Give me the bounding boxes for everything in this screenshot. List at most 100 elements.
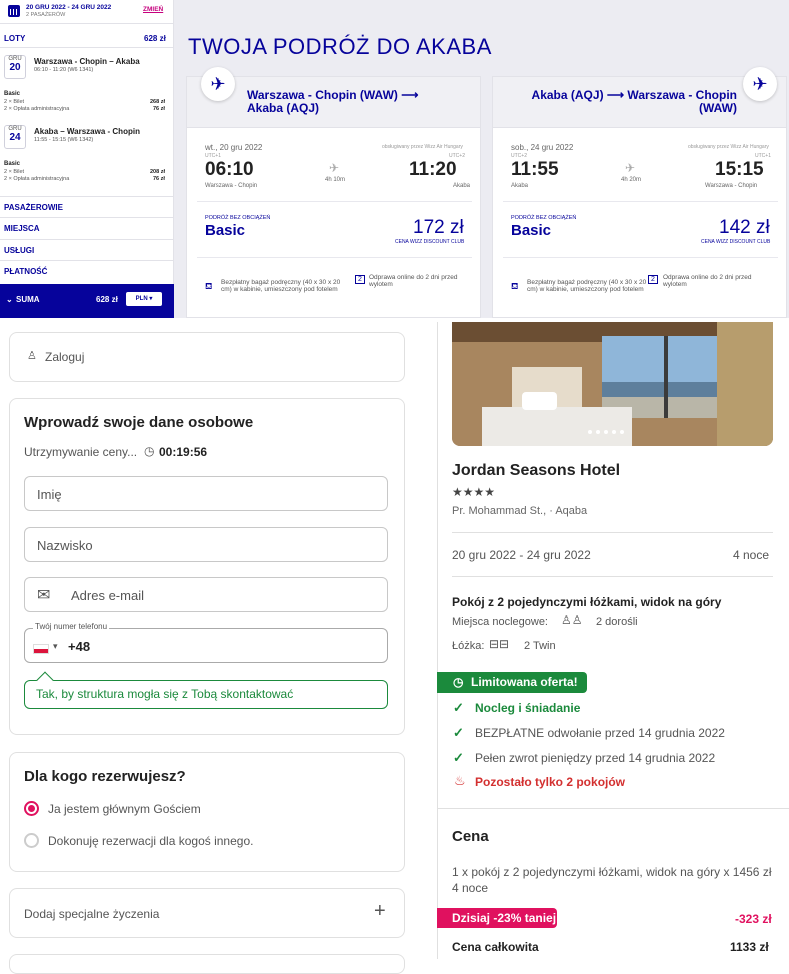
phone-country-code: +48	[68, 639, 91, 654]
outbound-route: Warszawa - Chopin (WAW) ⟶ Akaba (AQJ)	[247, 88, 419, 115]
segment1-ticket-price: 268 zł	[150, 99, 165, 105]
beds-value: 2 Twin	[524, 640, 556, 652]
change-link[interactable]: ZMIEŃ	[143, 6, 163, 13]
next-card	[9, 954, 405, 974]
outbound-arrival-time: 11:20	[409, 159, 457, 180]
return-price: 142 zł	[719, 217, 770, 238]
hotel-address: Pr. Mohammad St., · Aqaba	[452, 505, 588, 517]
dates-text: 20 GRU 2022 - 24 GRU 2022	[26, 4, 112, 11]
section-seats[interactable]: MIEJSCA	[0, 224, 174, 233]
return-flight-card: Akaba (AQJ) ⟶ Warszawa - Chopin (WAW) ✈ …	[492, 67, 787, 318]
plane-icon: ✈	[625, 161, 636, 175]
limited-offer-badge: ◷ Limitowana oferta!	[437, 672, 587, 693]
total-price-value: 1133 zł	[730, 940, 769, 954]
special-requests-card[interactable]: Dodaj specjalne życzenia +	[9, 888, 405, 938]
first-name-field[interactable]: Imię	[24, 476, 388, 511]
section-payment[interactable]: PŁATNOŚĆ	[0, 267, 174, 276]
price-line: 1 x pokój z 2 pojedynczymi łóżkami, wido…	[452, 865, 772, 895]
hotel-stars: ★★★★	[452, 485, 496, 499]
outbound-flight-card: Warszawa - Chopin (WAW) ⟶ Akaba (AQJ) ✈ …	[186, 67, 481, 318]
check-icon: ✓	[453, 725, 464, 740]
main-guest-label[interactable]: Ja jestem głównym Gościem	[48, 802, 201, 816]
poland-flag-icon[interactable]	[33, 644, 49, 654]
chevron-down-icon[interactable]: ▾	[53, 629, 58, 664]
hotel-photo[interactable]	[452, 322, 773, 446]
check-icon: ✓	[453, 700, 464, 715]
booking-for-card: Dla kogo rezerwujesz? Ja jestem głównym …	[9, 752, 405, 872]
bag-icon: ⛾	[511, 281, 519, 291]
calendar-icon	[8, 5, 20, 17]
trip-title: TWOJA PODRÓŻ DO AKABA	[188, 34, 492, 59]
booking-for-title: Dla kogo rezerwujesz?	[24, 768, 186, 785]
return-bag-info: Bezpłatny bagaż podręczny (40 x 30 x 20 …	[527, 279, 647, 293]
outbound-checkin-info: Odprawa online do 2 dni przed wylotem	[369, 274, 458, 288]
hotel-room-image	[452, 322, 773, 446]
clock-icon: ◷	[144, 444, 155, 458]
return-fare-label: PODRÓŻ BEZ OBCIĄŻEŃ	[511, 215, 577, 221]
discount-badge: Dzisiaj -23% taniej	[437, 908, 557, 928]
trip-dates: 20 GRU 2022 - 24 GRU 2022 2 PASAŻERÓW ZM…	[0, 0, 174, 24]
login-card[interactable]: ♙ Zaloguj	[9, 332, 405, 382]
passengers-count: 2 PASAŻERÓW	[26, 12, 66, 18]
phone-hint-tooltip: Tak, by struktura mogła się z Tobą skont…	[24, 671, 388, 709]
section-services[interactable]: USŁUGI	[0, 246, 174, 255]
plane-icon: ✈	[743, 67, 777, 101]
segment2-fare: Basic	[4, 161, 21, 167]
segment2-route: Akaba – Warszawa - Chopin	[34, 127, 140, 136]
other-guest-label[interactable]: Dokonuję rezerwacji dla kogoś innego.	[48, 834, 253, 848]
segment1-time: 06:10 - 11:20 (W6 1341)	[34, 67, 94, 73]
currency-select[interactable]: PLN ▾	[126, 292, 162, 306]
section-passengers[interactable]: PASAŻEROWIE	[0, 203, 174, 212]
rooms-left-warning: Pozostało tylko 2 pokojów	[475, 775, 626, 789]
people-icon: ♙♙	[561, 613, 583, 627]
phone-hint-text: Tak, by struktura mogła się z Tobą skont…	[36, 687, 294, 701]
segment2-date: GRU 24	[4, 125, 26, 149]
discount-value: -323 zł	[735, 912, 772, 926]
plane-icon: ✈	[329, 161, 340, 175]
segment1-fare: Basic	[4, 91, 21, 97]
phone-field[interactable]: Twój numer telefonu ▾ +48	[24, 622, 388, 664]
return-arrival-time: 15:15	[715, 159, 764, 180]
segment1-date: GRU 20	[4, 55, 26, 79]
chevron-down-icon[interactable]: ⌄	[6, 295, 13, 304]
stay-nights: 4 noce	[733, 548, 770, 562]
hotel-name: Jordan Seasons Hotel	[452, 462, 621, 479]
booking-sidebar: 20 GRU 2022 - 24 GRU 2022 2 PASAŻERÓW ZM…	[0, 0, 174, 318]
plus-icon[interactable]: +	[374, 900, 386, 923]
return-operator: obsługiwany przez Wizz Air Hungary	[688, 144, 769, 150]
clock-icon: ◷	[453, 675, 464, 689]
envelope-icon: ✉	[37, 587, 51, 604]
outbound-from: Warszawa - Chopin	[205, 183, 258, 189]
special-requests-label[interactable]: Dodaj specjalne życzenia	[24, 907, 159, 921]
email-placeholder: Adres e-mail	[71, 588, 144, 603]
benefit-breakfast: Nocleg i śniadanie	[475, 701, 581, 715]
outbound-club-note: CENA WIZZ DISCOUNT CLUB	[395, 239, 465, 245]
return-route: Akaba (AQJ) ⟶ Warszawa - Chopin (WAW)	[531, 88, 737, 115]
outbound-duration: 4h 10m	[325, 177, 346, 183]
return-fare: Basic	[511, 222, 552, 239]
occupancy-label: Miejsca noclegowe:	[452, 616, 548, 628]
segment2-ticket-price: 208 zł	[150, 169, 165, 175]
segment1-route: Warszawa - Chopin – Akaba	[34, 57, 140, 66]
flights-total: 628 zł	[144, 34, 166, 43]
limited-offer-text: Limitowana oferta!	[471, 675, 578, 689]
price-hold-text: Utrzymywanie ceny...	[24, 445, 138, 459]
other-guest-radio[interactable]	[24, 833, 39, 848]
return-to: Warszawa - Chopin	[705, 183, 758, 189]
main-guest-radio[interactable]	[24, 801, 39, 816]
total-bar: ⌄ SUMA 628 zł PLN ▾	[0, 284, 174, 318]
calendar-icon: 2	[355, 275, 365, 284]
user-icon: ♙	[27, 350, 37, 362]
price-hold-timer: 00:19:56	[159, 445, 208, 459]
total-label: SUMA	[16, 295, 40, 304]
trip-overview: TWOJA PODRÓŻ DO AKABA Warszawa - Chopin …	[174, 0, 789, 318]
login-link[interactable]: Zaloguj	[45, 350, 84, 364]
outbound-fare: Basic	[205, 222, 246, 239]
return-departure-time: 11:55	[511, 159, 559, 180]
segment2-fee-price: 76 zł	[153, 176, 165, 182]
price-title: Cena	[452, 828, 489, 845]
email-field[interactable]: ✉ Adres e-mail	[24, 577, 388, 612]
beds-label: Łóżka:	[452, 640, 485, 652]
outbound-departure-time: 06:10	[205, 159, 254, 180]
last-name-field[interactable]: Nazwisko	[24, 527, 388, 562]
